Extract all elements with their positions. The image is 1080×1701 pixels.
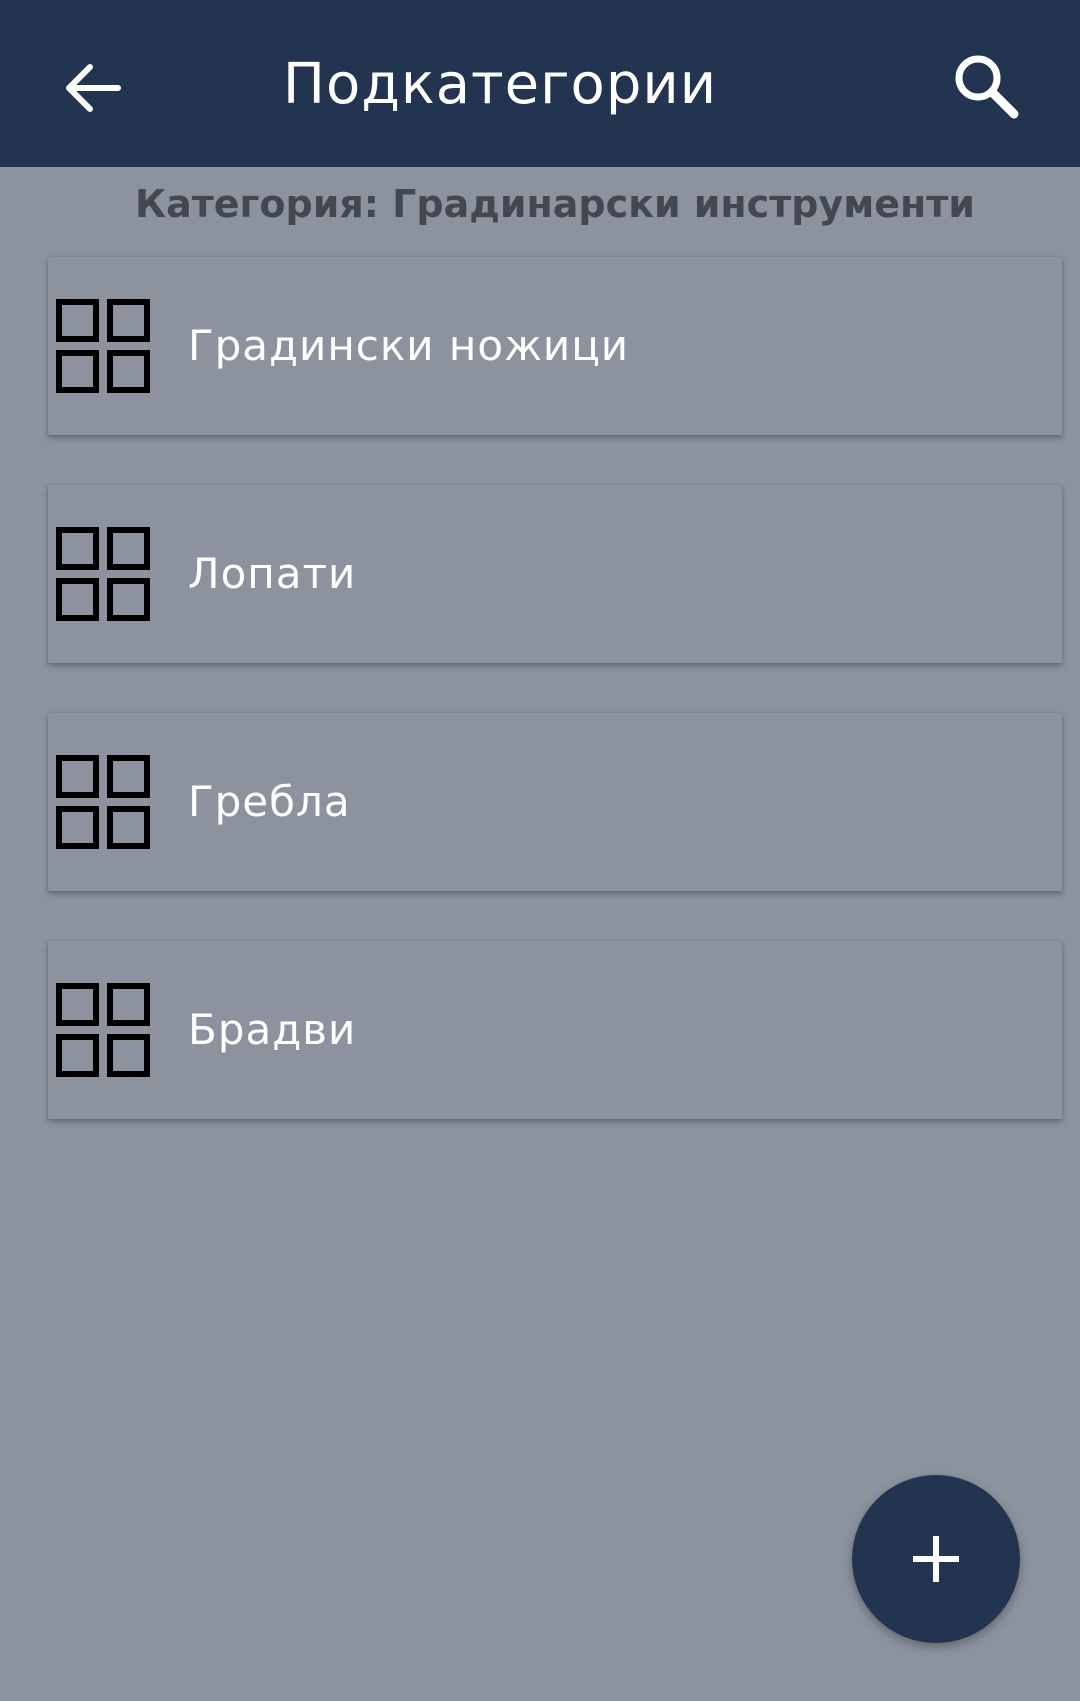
grid-icon — [56, 755, 150, 849]
list-item-label: Брадви — [188, 1005, 357, 1054]
grid-icon — [56, 527, 150, 621]
plus-icon — [913, 1536, 959, 1582]
list-item-label: Гребла — [188, 777, 351, 826]
list-item-label: Градински ножици — [188, 321, 630, 370]
search-icon — [955, 55, 1019, 119]
list-item[interactable]: Гребла — [48, 713, 1062, 891]
subcategory-list: Градински ножици Лопати Гребла Брадви — [48, 257, 1062, 1169]
grid-icon — [56, 299, 150, 393]
list-item[interactable]: Лопати — [48, 485, 1062, 663]
app-bar: Подкатегории — [0, 0, 1080, 167]
list-item[interactable]: Брадви — [48, 941, 1062, 1119]
list-item-label: Лопати — [188, 549, 357, 598]
search-button[interactable] — [946, 46, 1026, 126]
list-item[interactable]: Градински ножици — [48, 257, 1062, 435]
page-title: Подкатегории — [282, 52, 718, 117]
grid-icon — [56, 983, 150, 1077]
add-subcategory-button[interactable] — [852, 1475, 1020, 1643]
category-label: Категория: Градинарски инструменти — [135, 182, 975, 226]
